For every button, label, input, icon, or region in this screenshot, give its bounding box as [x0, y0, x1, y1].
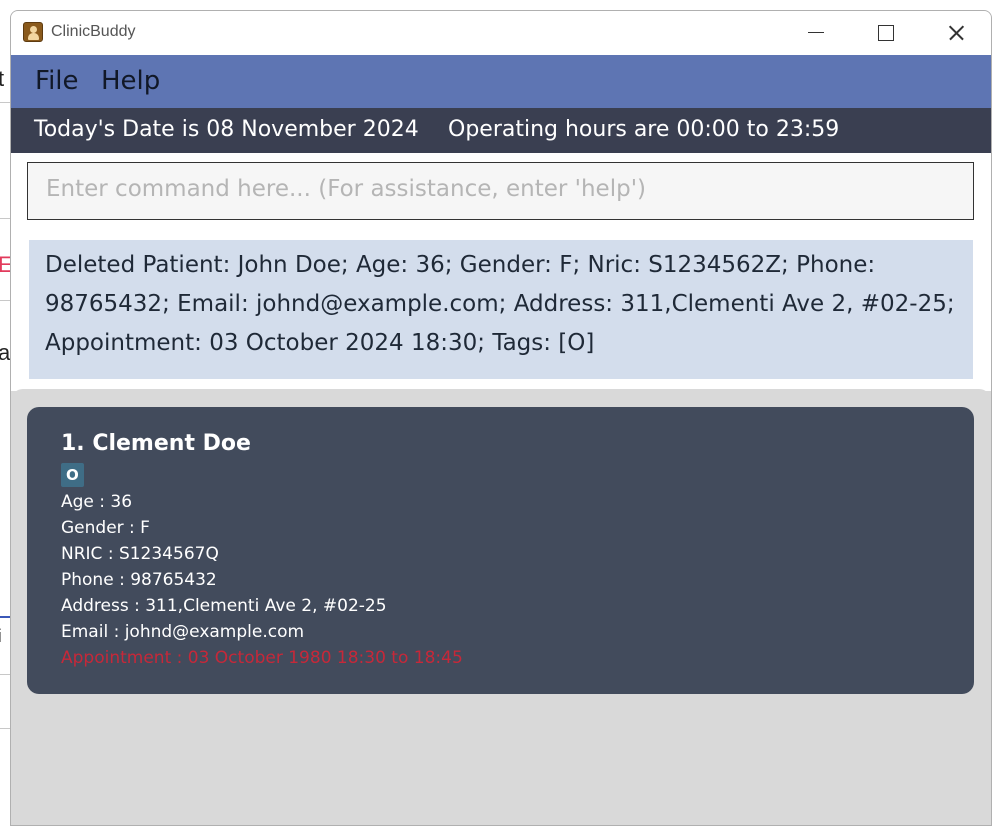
background-text: a — [0, 340, 11, 365]
patient-age: Age : 36 — [61, 492, 133, 512]
operating-hours-text: Operating hours are 00:00 to 23:59 — [448, 117, 840, 142]
menu-bar: File Help — [11, 55, 991, 108]
patient-appointment: Appointment : 03 October 1980 18:30 to 1… — [61, 648, 463, 668]
menu-help[interactable]: Help — [101, 66, 160, 96]
background-text: i — [0, 626, 2, 647]
minimize-icon[interactable] — [781, 11, 851, 55]
command-area: Enter command here... (For assistance, e… — [11, 153, 991, 231]
patient-tag: O — [61, 463, 84, 487]
patient-address: Address : 311,Clementi Ave 2, #02-25 — [61, 596, 387, 616]
todays-date-text: Today's Date is 08 November 2024 — [34, 117, 419, 142]
patient-name: 1. Clement Doe — [61, 431, 251, 456]
window-title: ClinicBuddy — [51, 23, 136, 40]
maximize-icon[interactable] — [851, 11, 921, 55]
app-window: ClinicBuddy File Help Today's Date is 08… — [10, 10, 992, 826]
patient-nric: NRIC : S1234567Q — [61, 544, 219, 564]
command-input[interactable]: Enter command here... (For assistance, e… — [27, 162, 974, 220]
patient-list[interactable]: 1. Clement Doe O Age : 36 Gender : F NRI… — [11, 389, 991, 825]
patient-phone: Phone : 98765432 — [61, 570, 217, 590]
close-icon[interactable] — [921, 11, 991, 55]
patient-card[interactable]: 1. Clement Doe O Age : 36 Gender : F NRI… — [27, 407, 974, 694]
patient-email: Email : johnd@example.com — [61, 622, 305, 642]
result-area: Deleted Patient: John Doe; Age: 36; Gend… — [11, 231, 991, 391]
contact-book-icon — [23, 22, 43, 42]
title-bar[interactable]: ClinicBuddy — [11, 11, 991, 55]
status-bar: Today's Date is 08 November 2024 Operati… — [11, 108, 991, 153]
background-link-underline — [0, 616, 10, 618]
patient-gender: Gender : F — [61, 518, 150, 538]
menu-file[interactable]: File — [35, 66, 79, 96]
result-display[interactable]: Deleted Patient: John Doe; Age: 36; Gend… — [29, 240, 973, 379]
background-text: t — [0, 66, 5, 91]
